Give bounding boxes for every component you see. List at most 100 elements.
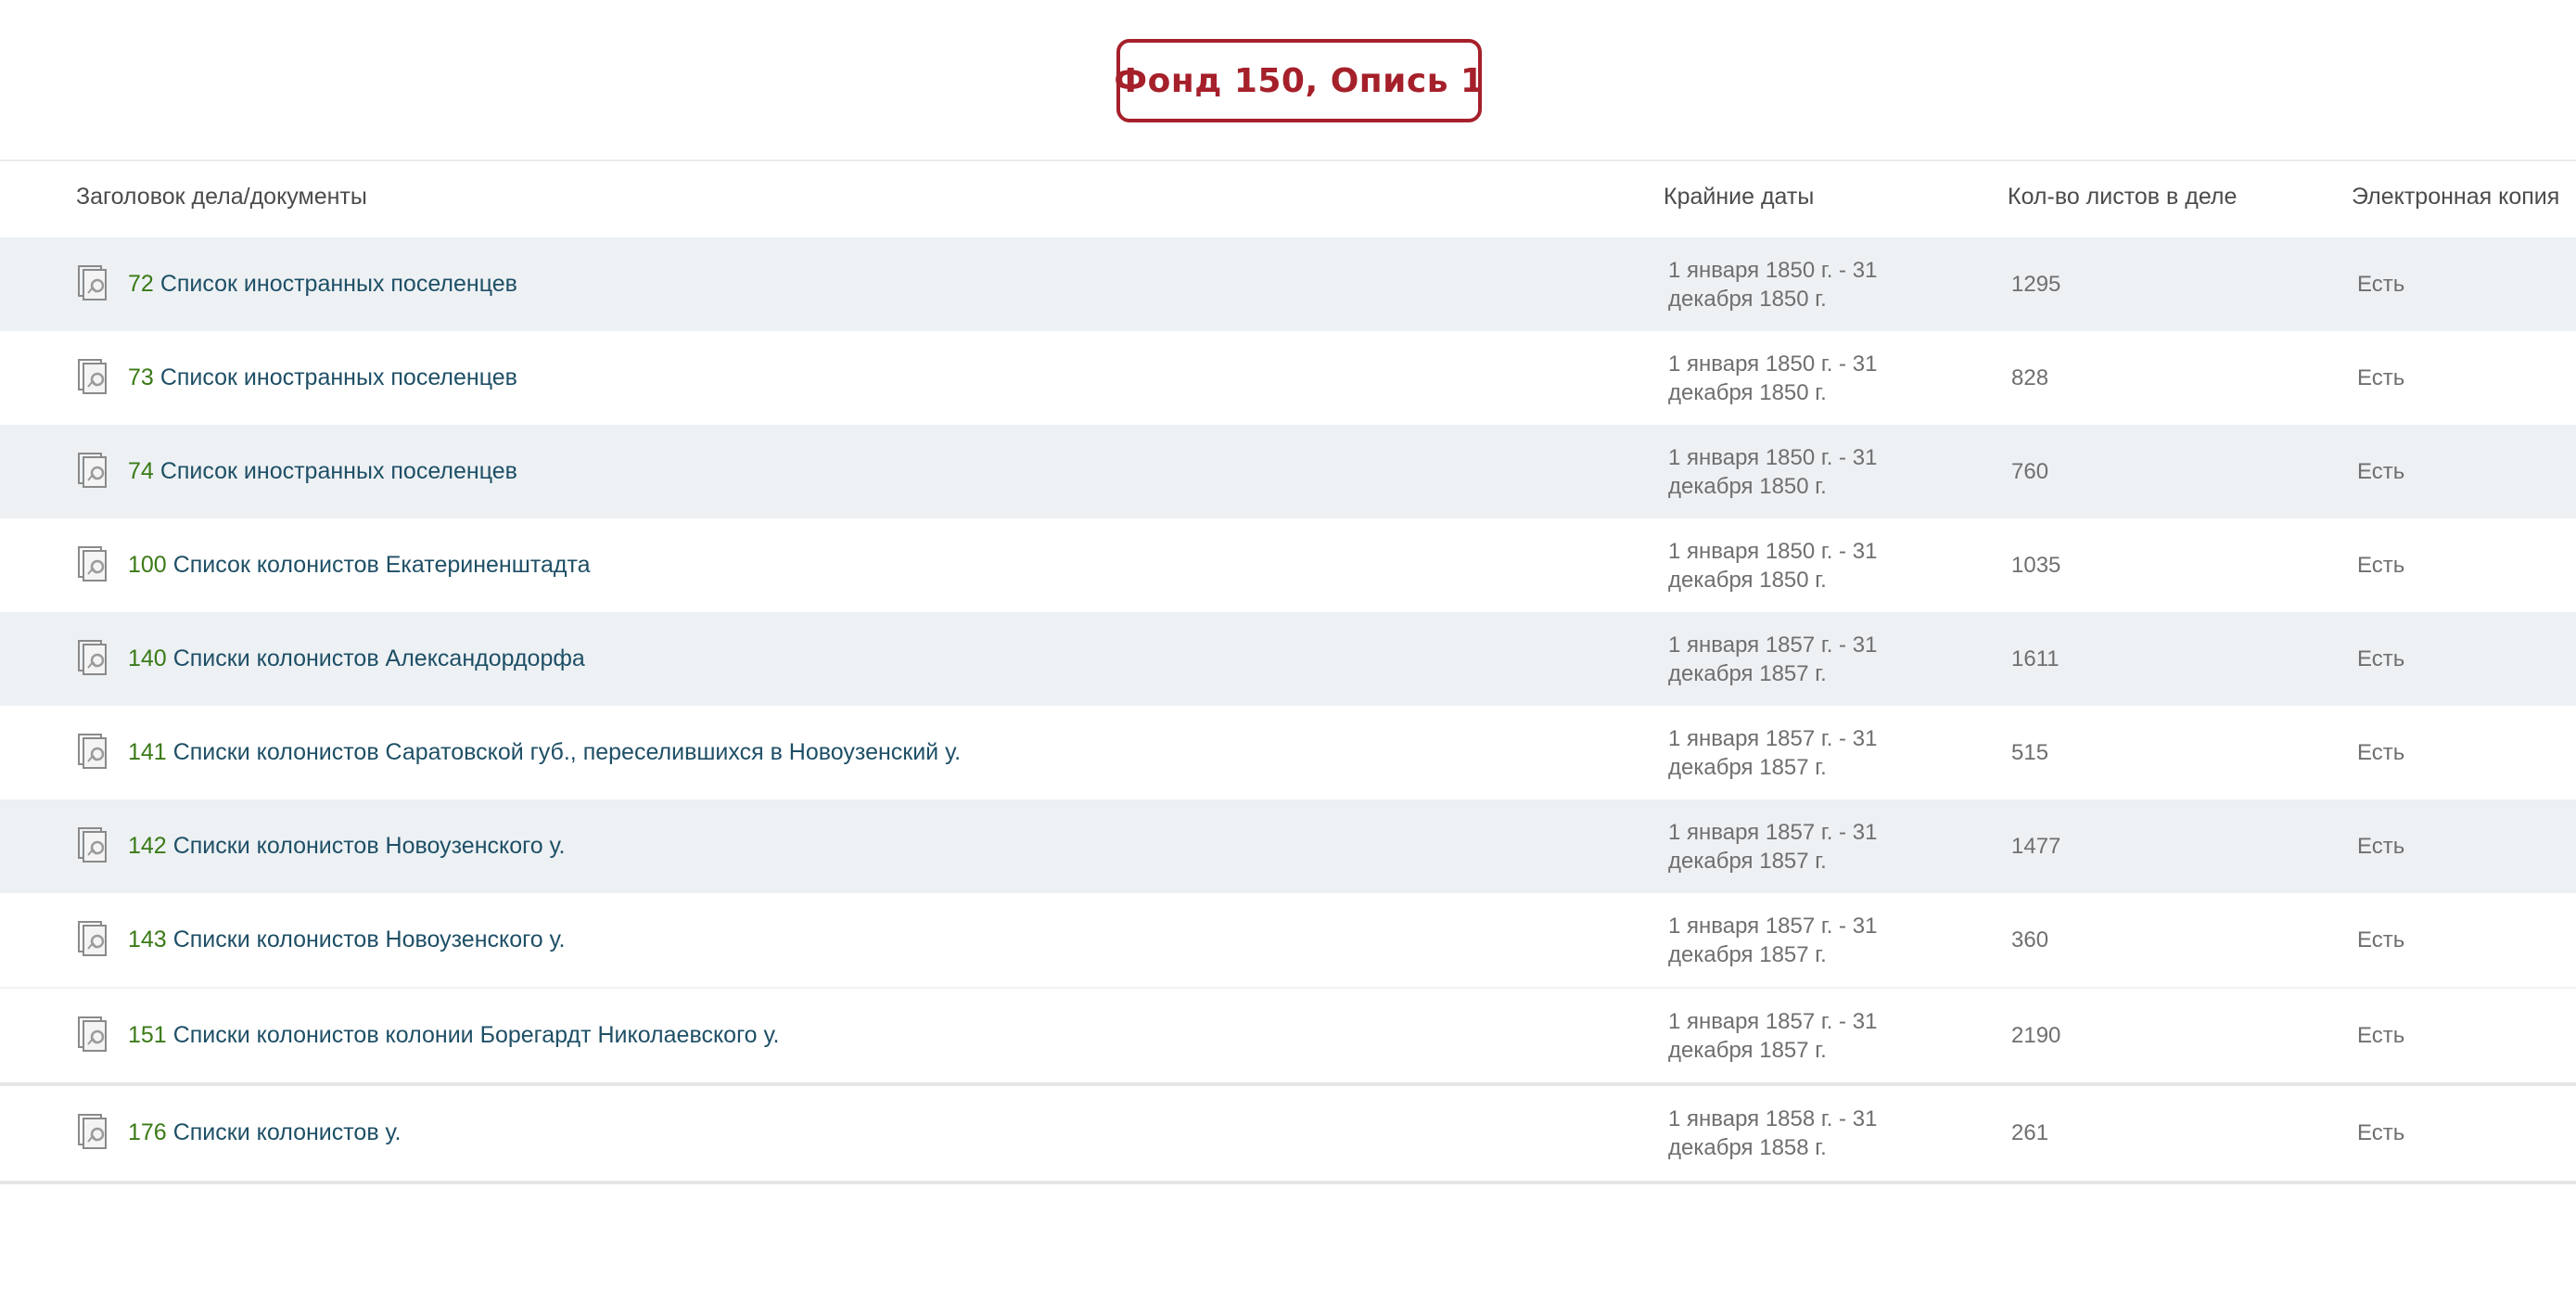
date-range-start: 1 января 1858 г. - 31 xyxy=(1668,1106,1878,1131)
document-number: 142 xyxy=(128,833,167,859)
table-row[interactable]: 100 Список колонистов Екатериненштадта 1… xyxy=(0,518,2576,612)
table-row[interactable]: 72 Список иностранных поселенцев 1 январ… xyxy=(0,237,2576,331)
document-number: 73 xyxy=(128,364,154,390)
sheet-count: 1611 xyxy=(2011,646,2060,671)
document-title: Списки колонистов Саратовской губ., пере… xyxy=(172,739,962,765)
date-range-start: 1 января 1850 г. - 31 xyxy=(1668,351,1878,377)
document-link[interactable]: 72 Список иностранных поселенцев xyxy=(128,237,517,331)
date-range: 1 января 1857 г. - 31 декабря 1857 г. xyxy=(1668,706,1877,799)
date-range-start: 1 января 1850 г. - 31 xyxy=(1668,444,1878,470)
document-image-icon[interactable] xyxy=(78,827,109,863)
date-range: 1 января 1850 г. - 31 декабря 1850 г. xyxy=(1668,237,1877,331)
date-range-end: декабря 1857 г. xyxy=(1668,848,1827,874)
column-header-copy[interactable]: Электронная копия xyxy=(2352,184,2559,211)
electronic-copy-status: Есть xyxy=(2357,1022,2405,1048)
date-range-start: 1 января 1857 г. - 31 xyxy=(1668,725,1878,751)
document-image-icon[interactable] xyxy=(78,1016,109,1052)
date-range-end: декабря 1850 г. xyxy=(1668,379,1827,405)
table-row[interactable]: 176 Списки колонистов у. 1 января 1858 г… xyxy=(0,1082,2576,1184)
table-row[interactable]: 73 Список иностранных поселенцев 1 январ… xyxy=(0,331,2576,425)
date-range: 1 января 1850 г. - 31 декабря 1850 г. xyxy=(1668,425,1877,518)
electronic-copy-status: Есть xyxy=(2357,739,2405,765)
date-range-end: декабря 1850 г. xyxy=(1668,286,1827,312)
electronic-copy-status: Есть xyxy=(2357,271,2405,297)
document-title: Списки колонистов колонии Борегардт Нико… xyxy=(172,1022,780,1048)
fond-title-badge: Фонд 150, Опись 1 xyxy=(1114,39,1484,122)
date-range-start: 1 января 1857 г. - 31 xyxy=(1668,632,1878,658)
document-title: Список иностранных поселенцев xyxy=(159,364,517,390)
document-link[interactable]: 142 Списки колонистов Новоузенского у. xyxy=(128,799,566,893)
sheet-count: 261 xyxy=(2011,1119,2049,1145)
date-range: 1 января 1857 г. - 31 декабря 1857 г. xyxy=(1668,612,1877,706)
column-header-title[interactable]: Заголовок дела/документы xyxy=(76,184,367,211)
sheet-count: 515 xyxy=(2011,739,2049,765)
document-image-icon[interactable] xyxy=(78,921,109,956)
table-row[interactable]: 140 Списки колонистов Александордорфа 1 … xyxy=(0,612,2576,706)
document-title: Списки колонистов Александордорфа xyxy=(172,646,585,671)
date-range-start: 1 января 1857 г. - 31 xyxy=(1668,819,1878,845)
date-range: 1 января 1858 г. - 31 декабря 1858 г. xyxy=(1668,1086,1877,1180)
sheet-count: 1477 xyxy=(2011,833,2061,859)
sheet-count: 828 xyxy=(2011,364,2049,390)
sheet-count: 1295 xyxy=(2011,271,2061,297)
date-range: 1 января 1850 г. - 31 декабря 1850 г. xyxy=(1668,518,1877,612)
date-range: 1 января 1850 г. - 31 декабря 1850 г. xyxy=(1668,331,1877,425)
document-image-icon[interactable] xyxy=(78,265,109,300)
electronic-copy-status: Есть xyxy=(2357,458,2405,484)
table-row[interactable]: 143 Списки колонистов Новоузенского у. 1… xyxy=(0,893,2576,987)
table-row[interactable]: 151 Списки колонистов колонии Борегардт … xyxy=(0,987,2576,1082)
document-link[interactable]: 74 Список иностранных поселенцев xyxy=(128,425,517,518)
electronic-copy-status: Есть xyxy=(2357,646,2405,671)
document-number: 176 xyxy=(128,1119,167,1145)
column-header-dates[interactable]: Крайние даты xyxy=(1664,184,1814,211)
document-number: 100 xyxy=(128,552,167,578)
date-range-end: декабря 1850 г. xyxy=(1668,567,1827,593)
date-range-start: 1 января 1857 г. - 31 xyxy=(1668,1008,1878,1034)
document-image-icon[interactable] xyxy=(78,640,109,675)
document-link[interactable]: 141 Списки колонистов Саратовской губ., … xyxy=(128,706,961,799)
electronic-copy-status: Есть xyxy=(2357,552,2405,578)
date-range-end: декабря 1857 г. xyxy=(1668,941,1827,967)
sheet-count: 1035 xyxy=(2011,552,2061,578)
document-title: Списки колонистов Новоузенского у. xyxy=(172,833,566,859)
document-image-icon[interactable] xyxy=(78,1114,109,1149)
document-title: Списки колонистов у. xyxy=(172,1119,402,1145)
table-row[interactable]: 141 Списки колонистов Саратовской губ., … xyxy=(0,706,2576,799)
electronic-copy-status: Есть xyxy=(2357,927,2405,952)
date-range-end: декабря 1857 г. xyxy=(1668,754,1827,780)
sheet-count: 2190 xyxy=(2011,1022,2061,1048)
column-header-sheets[interactable]: Кол-во листов в деле xyxy=(2008,184,2237,211)
date-range-end: декабря 1857 г. xyxy=(1668,1037,1827,1063)
document-title: Списки колонистов Новоузенского у. xyxy=(172,927,566,952)
date-range-start: 1 января 1857 г. - 31 xyxy=(1668,913,1878,939)
date-range: 1 января 1857 г. - 31 декабря 1857 г. xyxy=(1668,799,1877,893)
document-link[interactable]: 143 Списки колонистов Новоузенского у. xyxy=(128,893,566,987)
document-title: Список колонистов Екатериненштадта xyxy=(172,552,591,578)
document-number: 141 xyxy=(128,739,167,765)
document-image-icon[interactable] xyxy=(78,453,109,488)
document-link[interactable]: 100 Список колонистов Екатериненштадта xyxy=(128,518,591,612)
inventory-table: 72 Список иностранных поселенцев 1 январ… xyxy=(0,237,2576,1184)
document-link[interactable]: 151 Списки колонистов колонии Борегардт … xyxy=(128,989,779,1082)
date-range: 1 января 1857 г. - 31 декабря 1857 г. xyxy=(1668,989,1877,1082)
document-link[interactable]: 140 Списки колонистов Александордорфа xyxy=(128,612,585,706)
date-range-end: декабря 1857 г. xyxy=(1668,660,1827,686)
table-row[interactable]: 142 Списки колонистов Новоузенского у. 1… xyxy=(0,799,2576,893)
electronic-copy-status: Есть xyxy=(2357,1119,2405,1145)
document-title: Список иностранных поселенцев xyxy=(159,271,517,297)
document-title: Список иностранных поселенцев xyxy=(159,458,517,484)
table-row[interactable]: 74 Список иностранных поселенцев 1 январ… xyxy=(0,425,2576,518)
document-image-icon[interactable] xyxy=(78,734,109,769)
document-number: 140 xyxy=(128,646,167,671)
document-image-icon[interactable] xyxy=(78,359,109,394)
document-number: 74 xyxy=(128,458,154,484)
electronic-copy-status: Есть xyxy=(2357,833,2405,859)
document-image-icon[interactable] xyxy=(78,546,109,582)
document-number: 151 xyxy=(128,1022,167,1048)
document-link[interactable]: 176 Списки колонистов у. xyxy=(128,1086,401,1180)
date-range-end: декабря 1850 г. xyxy=(1668,473,1827,499)
sheet-count: 360 xyxy=(2011,927,2049,952)
document-number: 143 xyxy=(128,927,167,952)
date-range: 1 января 1857 г. - 31 декабря 1857 г. xyxy=(1668,893,1877,987)
document-link[interactable]: 73 Список иностранных поселенцев xyxy=(128,331,517,425)
